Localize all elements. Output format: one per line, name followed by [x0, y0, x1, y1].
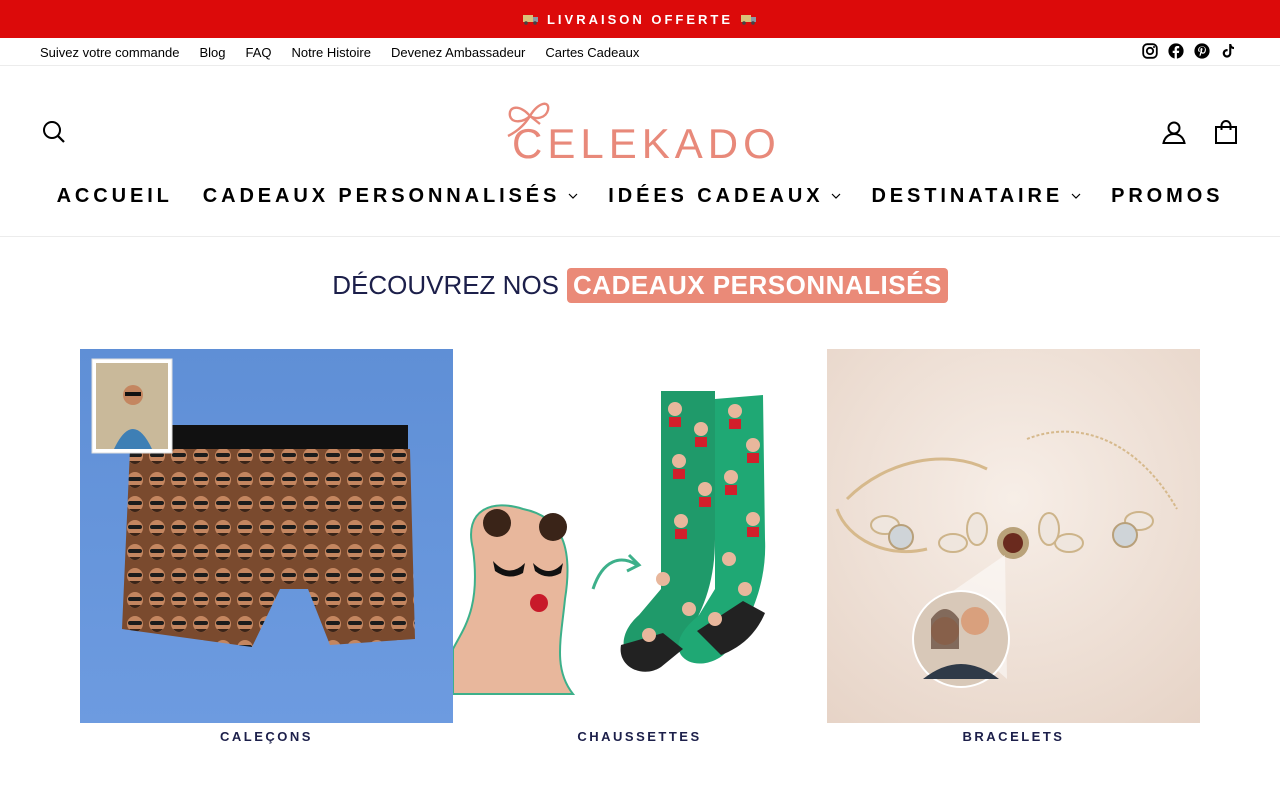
category-card-bracelets[interactable] — [827, 349, 1200, 723]
announcement-text: LIVRAISON OFFERTE — [546, 11, 734, 27]
announcement-bar: LIVRAISON OFFERTE — [0, 0, 1280, 38]
cart-icon[interactable] — [1210, 116, 1242, 148]
category-label-socks[interactable]: CHAUSSETTES — [453, 729, 826, 744]
link-faq[interactable]: FAQ — [245, 45, 271, 60]
category-card-socks[interactable] — [453, 349, 826, 723]
social-links — [1142, 38, 1236, 64]
nav-home-label: ACCUEIL — [56, 184, 173, 207]
section-title-main: DÉCOUVREZ NOS — [332, 270, 560, 300]
category-label-boxers[interactable]: CALEÇONS — [80, 729, 453, 744]
link-our-story[interactable]: Notre Histoire — [292, 45, 371, 60]
nav-promos[interactable]: PROMOS — [1111, 185, 1223, 208]
link-blog[interactable]: Blog — [199, 45, 225, 60]
utility-bar: Suivez votre commande Blog FAQ Notre His… — [0, 38, 1280, 66]
celekado-logo[interactable]: CELEKADO — [494, 98, 786, 164]
link-track-order[interactable]: Suivez votre commande — [40, 45, 179, 60]
utility-links: Suivez votre commande Blog FAQ Notre His… — [40, 38, 639, 66]
site-header: CELEKADO ACCUEIL CADEAUX PERSONNALISÉS I… — [0, 66, 1280, 237]
tiktok-icon[interactable] — [1220, 43, 1236, 59]
nav-personalized-gifts-label: CADEAUX PERSONNALISÉS — [202, 184, 561, 207]
truck-icon — [741, 14, 757, 25]
chevron-down-icon — [1071, 193, 1081, 199]
chevron-down-icon — [832, 193, 841, 199]
truck-icon — [522, 14, 538, 25]
nav-recipient[interactable]: DESTINATAIRE — [871, 185, 1081, 208]
nav-recipient-label: DESTINATAIRE — [871, 184, 1064, 207]
category-card-boxers[interactable] — [80, 349, 453, 723]
link-gift-cards[interactable]: Cartes Cadeaux — [545, 45, 639, 60]
boxers-image — [80, 349, 453, 723]
nav-promos-label: PROMOS — [1111, 184, 1224, 207]
nav-home[interactable]: ACCUEIL — [57, 185, 173, 208]
nav-gift-ideas-label: IDÉES CADEAUX — [608, 184, 824, 207]
section-title: DÉCOUVREZ NOS CADEAUX PERSONNALISÉS — [0, 268, 1280, 303]
instagram-icon[interactable] — [1142, 43, 1158, 59]
bracelet-image — [827, 349, 1200, 723]
chevron-down-icon — [568, 193, 578, 199]
pinterest-icon[interactable] — [1194, 43, 1210, 59]
facebook-icon[interactable] — [1168, 43, 1184, 59]
nav-gift-ideas[interactable]: IDÉES CADEAUX — [608, 185, 841, 208]
nav-personalized-gifts[interactable]: CADEAUX PERSONNALISÉS — [203, 185, 579, 208]
main-nav: ACCUEIL CADEAUX PERSONNALISÉS IDÉES CADE… — [0, 178, 1280, 214]
search-icon[interactable] — [38, 116, 70, 148]
section-title-highlight: CADEAUX PERSONNALISÉS — [567, 268, 948, 303]
socks-image — [453, 349, 826, 723]
link-ambassador[interactable]: Devenez Ambassadeur — [391, 45, 525, 60]
account-icon[interactable] — [1158, 116, 1190, 148]
logo-wordmark: CELEKADO — [512, 120, 781, 164]
category-label-bracelets[interactable]: BRACELETS — [827, 729, 1200, 744]
